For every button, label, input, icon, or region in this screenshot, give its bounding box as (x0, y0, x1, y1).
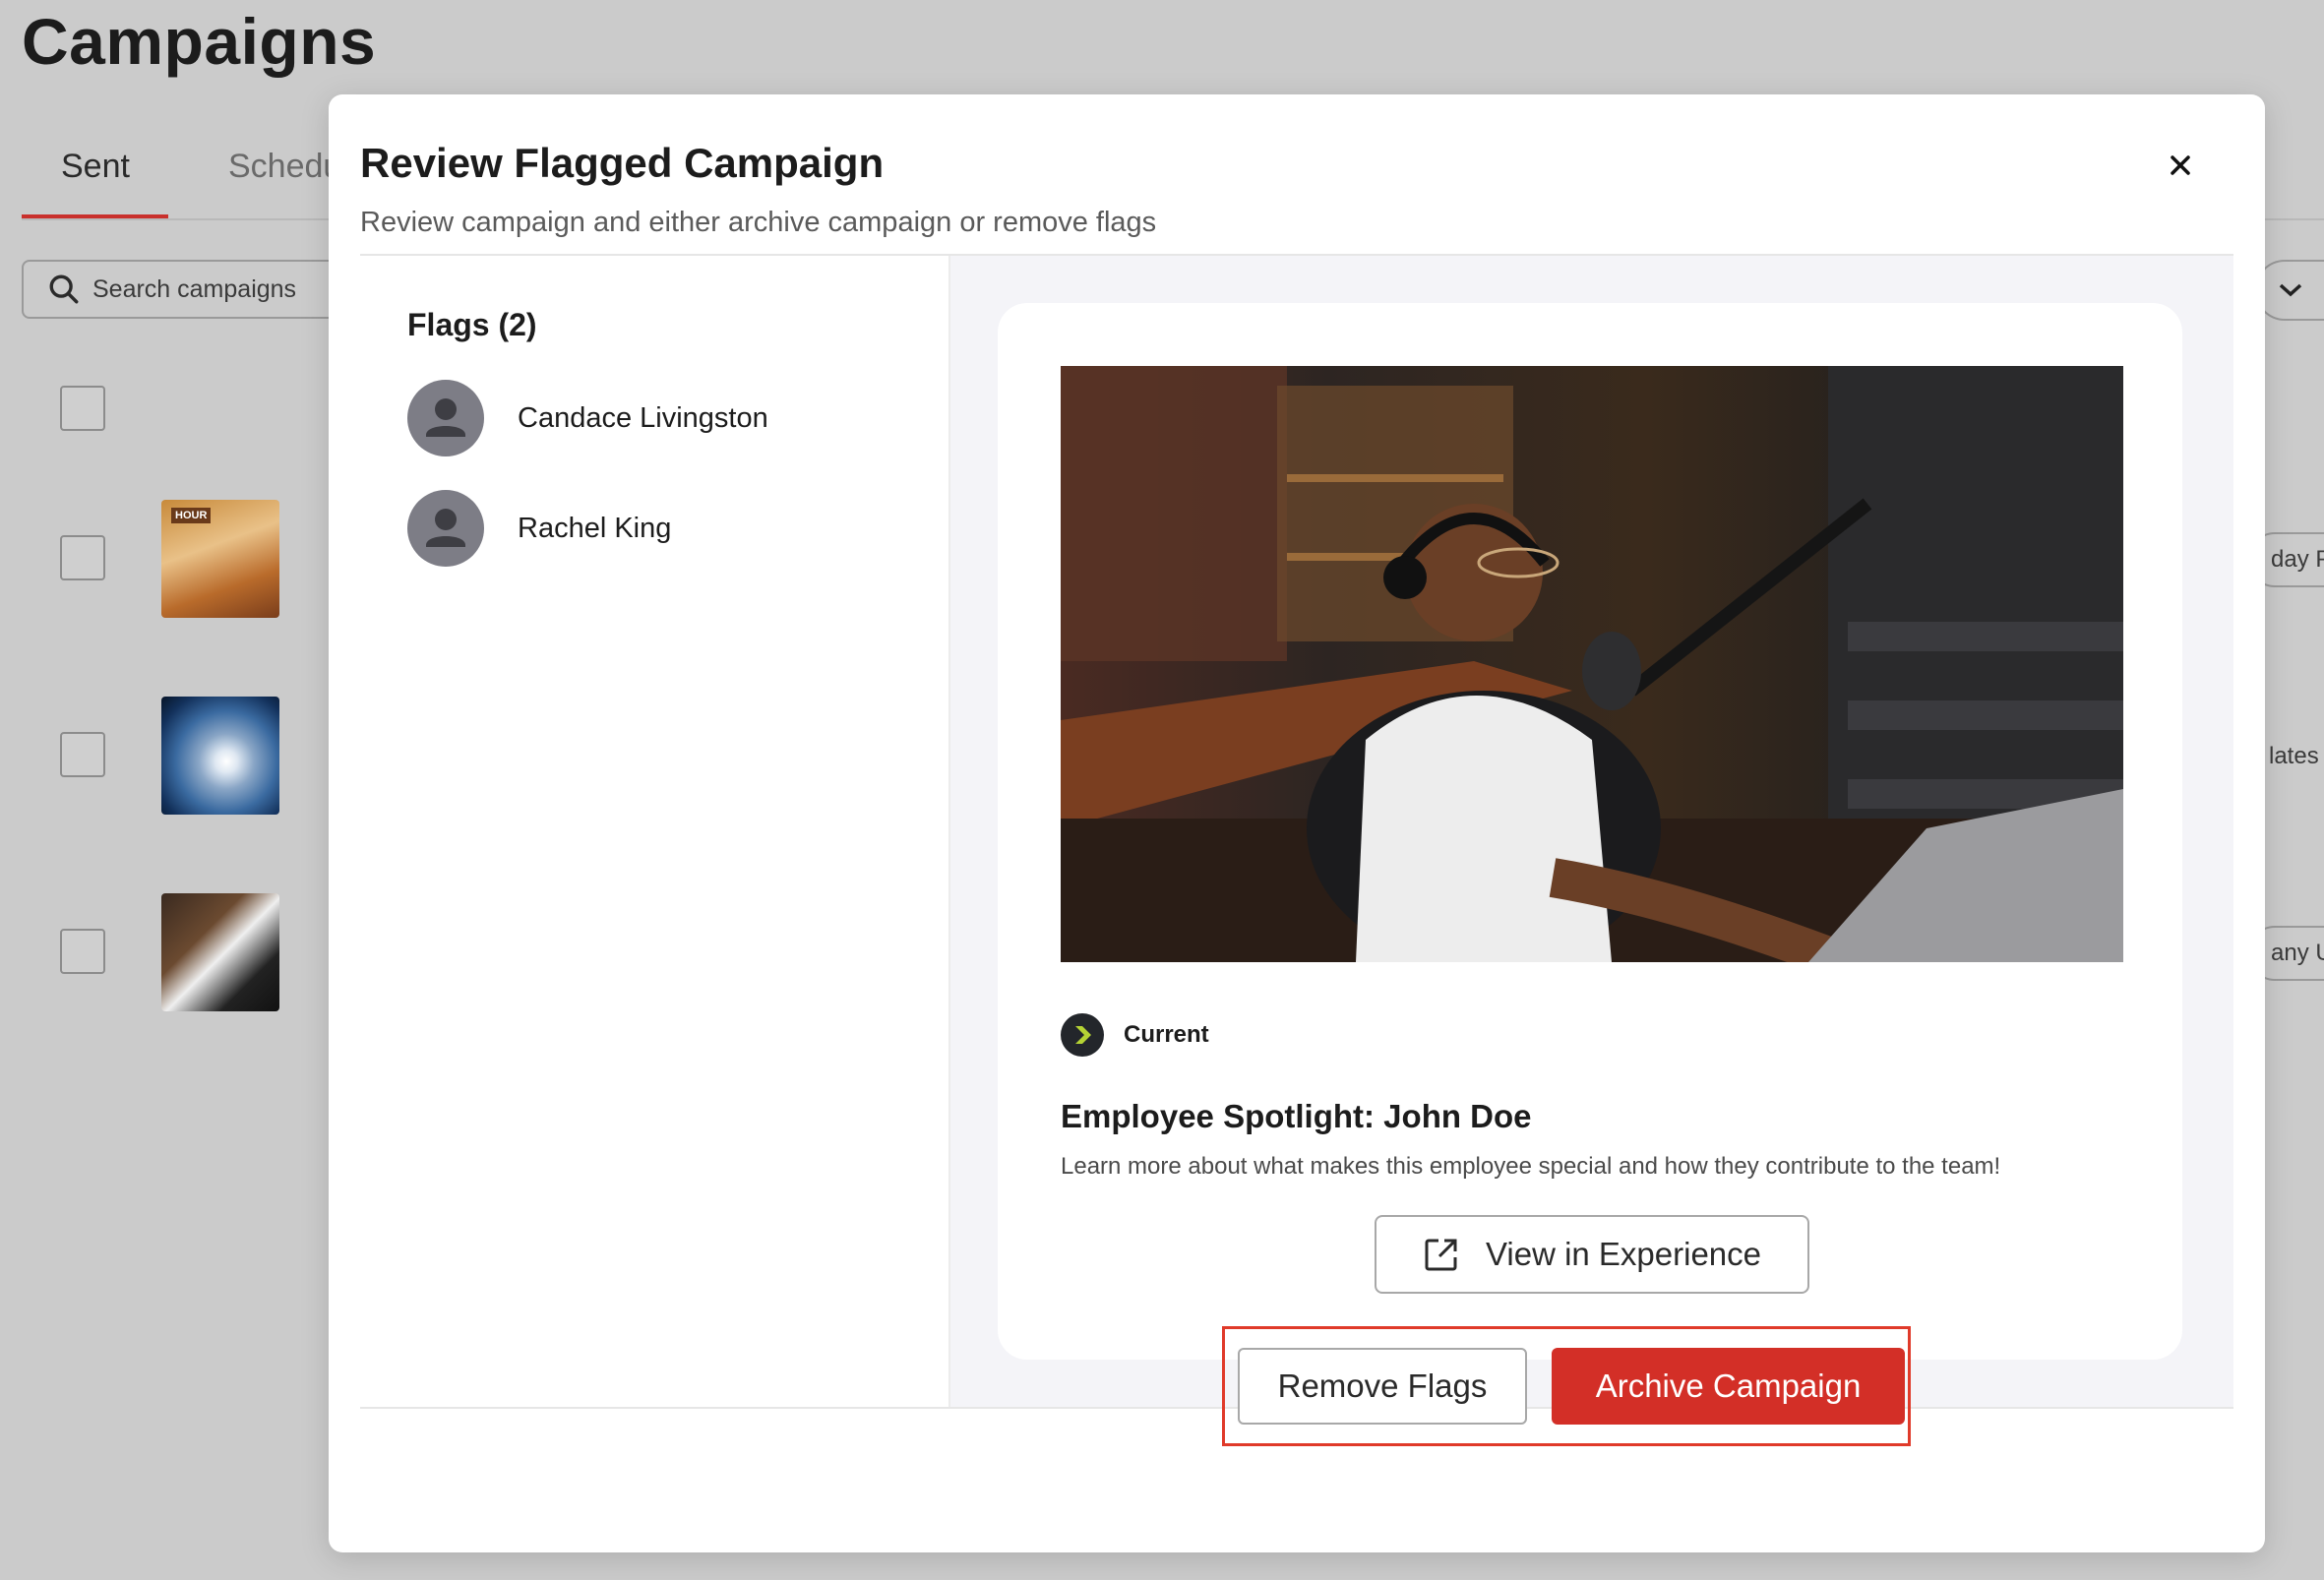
campaign-thumbnail (161, 893, 279, 1011)
flagger-name: Rachel King (518, 512, 672, 544)
user-avatar-icon (407, 380, 484, 456)
close-icon (2171, 155, 2190, 175)
tab-scheduled[interactable]: Schedu (228, 148, 341, 186)
campaign-description: Learn more about what makes this employe… (1061, 1153, 2001, 1180)
flagger-name: Candace Livingston (518, 401, 768, 434)
flag-item: Rachel King (407, 490, 671, 567)
flags-panel: Flags (2) Candace Livingston Rachel King (360, 256, 950, 1407)
campaign-source: Current (1061, 1013, 1209, 1057)
campaign-preview-area: Current Employee Spotlight: John Doe Lea… (950, 256, 2233, 1407)
campaign-thumbnail (161, 697, 279, 815)
flags-heading: Flags (2) (407, 307, 537, 342)
campaign-preview-card: Current Employee Spotlight: John Doe Lea… (998, 303, 2182, 1360)
row-checkbox[interactable] (60, 929, 105, 974)
row-checkbox[interactable] (60, 535, 105, 580)
tab-sent[interactable]: Sent (61, 148, 130, 186)
modal-subtitle: Review campaign and either archive campa… (360, 207, 1157, 238)
chevron-down-icon (2279, 283, 2302, 297)
flag-item: Candace Livingston (407, 380, 768, 456)
remove-flags-button[interactable]: Remove Flags (1238, 1348, 1527, 1425)
page-title: Campaigns (22, 5, 377, 78)
view-button-label: View in Experience (1485, 1236, 1762, 1272)
archive-campaign-button[interactable]: Archive Campaign (1552, 1348, 1905, 1425)
source-logo-icon (1061, 1013, 1104, 1057)
thumbnail-tag: HOUR (171, 508, 212, 523)
row-checkbox[interactable] (60, 732, 105, 777)
select-all-checkbox[interactable] (60, 386, 105, 431)
search-input[interactable]: Search campaigns (22, 260, 376, 319)
campaign-thumbnail: HOUR (161, 500, 279, 618)
modal-title: Review Flagged Campaign (360, 140, 885, 186)
user-avatar-icon (407, 490, 484, 567)
external-link-icon (1425, 1239, 1457, 1271)
view-in-experience-button[interactable]: View in Experience (1375, 1215, 1809, 1294)
search-placeholder: Search campaigns (92, 274, 297, 303)
source-name: Current (1124, 1021, 1209, 1048)
close-button[interactable] (2161, 146, 2200, 185)
search-icon (49, 274, 79, 304)
campaign-image (1061, 366, 2123, 962)
campaign-title: Employee Spotlight: John Doe (1061, 1098, 1532, 1134)
filter-dropdown[interactable] (2255, 260, 2324, 321)
